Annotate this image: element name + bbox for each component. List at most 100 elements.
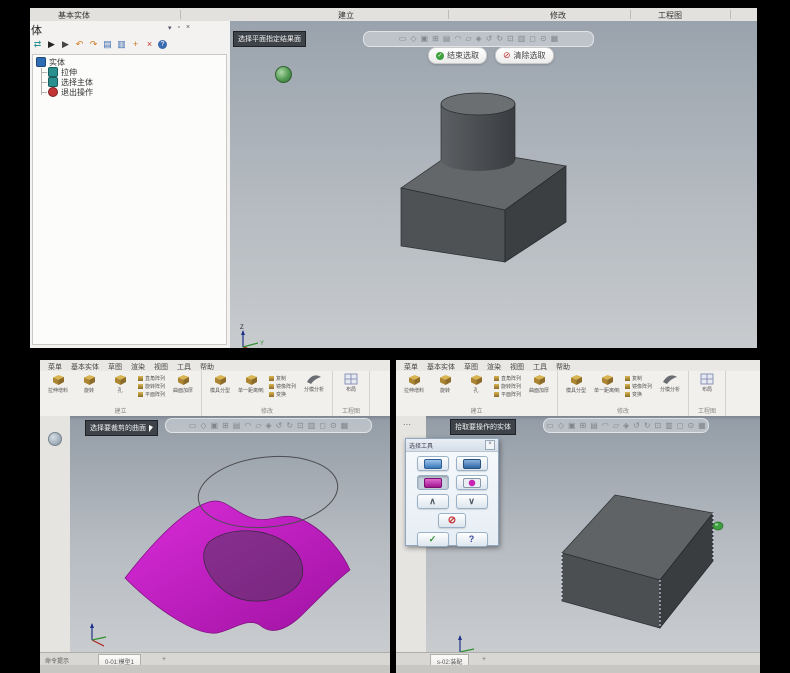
pick-add-face-button[interactable] xyxy=(417,456,449,471)
ribbon-small-button[interactable]: 旋转阵列 xyxy=(138,383,165,390)
toolbar-icon[interactable]: ◠ xyxy=(602,422,609,430)
toolbar-icon[interactable]: ▱ xyxy=(465,35,471,43)
ribbon-small-button[interactable]: 平面阵列 xyxy=(494,391,521,398)
ribbon-button[interactable]: 布局 xyxy=(338,373,364,393)
toolbar-icon[interactable]: ▭ xyxy=(189,422,197,430)
help-button[interactable]: ? xyxy=(456,532,488,547)
extrude-model[interactable] xyxy=(350,91,610,281)
rotation-center-sphere-icon[interactable] xyxy=(275,66,292,83)
toolbar-icon[interactable]: ◠ xyxy=(454,35,461,43)
ribbon-button[interactable]: 分模分析 xyxy=(657,373,683,393)
toolbar-icon[interactable]: ⊙ xyxy=(540,35,547,43)
ribbon-button[interactable]: 孔 xyxy=(107,373,133,394)
undo-icon[interactable]: ↶ xyxy=(74,39,85,49)
pick-add-body-button[interactable] xyxy=(456,456,488,471)
toolbar-icon[interactable]: ↻ xyxy=(286,422,293,430)
toolbar-icon[interactable]: ◇ xyxy=(410,35,416,43)
toolbar-icon[interactable]: ▥ xyxy=(518,35,526,43)
ribbon-tab-4[interactable]: 工程图 xyxy=(658,10,682,21)
toolbar-icon[interactable]: ⊡ xyxy=(507,35,514,43)
toolbar-icon[interactable]: ↻ xyxy=(644,422,651,430)
tree-item-2[interactable]: 选择主体 xyxy=(48,77,224,87)
ribbon-button[interactable]: 单一距离倒角 xyxy=(238,373,264,394)
collapse-icon[interactable]: ▾ xyxy=(168,24,172,32)
toolbar-icon[interactable]: ▤ xyxy=(233,422,241,430)
add-tab-button[interactable]: + xyxy=(162,656,166,663)
toolbar-icon[interactable]: ◻ xyxy=(677,422,684,430)
toolbar-icon[interactable]: ▣ xyxy=(568,422,576,430)
filter-list-icon[interactable]: ▤ xyxy=(102,39,113,49)
viewport-surface-trim[interactable]: 选择要裁剪的曲面 ▭◇▣⊞▤◠▱◈↺↻⊡▥◻⊙▦ xyxy=(70,416,390,652)
select-arrow-icon[interactable]: ▶ xyxy=(46,39,57,49)
toolbar-icon[interactable]: ◻ xyxy=(319,422,326,430)
toolbar-icon[interactable]: ◈ xyxy=(265,422,271,430)
ribbon-button[interactable]: 模具分型 xyxy=(207,373,233,394)
filter-grid-icon[interactable]: ▥ xyxy=(116,39,127,49)
toolbar-icon[interactable]: ▱ xyxy=(255,422,261,430)
ribbon-small-button[interactable]: 镜像阵列 xyxy=(625,383,652,390)
finish-selection-button[interactable]: ✓ 结束选取 xyxy=(428,47,487,64)
toolbar-icon[interactable]: ⊞ xyxy=(432,35,439,43)
apply-button[interactable]: ∨ xyxy=(456,494,488,509)
ribbon-tab-2[interactable]: 建立 xyxy=(338,10,354,21)
pick-remove-body-button[interactable] xyxy=(456,475,488,490)
ribbon-button[interactable]: 单一距离倒角 xyxy=(594,373,620,394)
ribbon-tab-1[interactable]: 基本实体 xyxy=(58,10,90,21)
toolbar-icon[interactable]: ▱ xyxy=(613,422,619,430)
toolbar-icon[interactable]: ⊡ xyxy=(297,422,304,430)
toolbar-icon[interactable]: ▣ xyxy=(211,422,219,430)
tree-item-1[interactable]: 拉伸 xyxy=(48,67,224,77)
toolbar-icon[interactable]: ▦ xyxy=(698,422,706,430)
toolbar-icon[interactable]: ⊞ xyxy=(222,422,229,430)
expand-button[interactable]: ∧ xyxy=(417,494,449,509)
delete-icon[interactable]: × xyxy=(144,39,155,49)
toolbar-icon[interactable]: ⊞ xyxy=(580,422,587,430)
toolbar-icon[interactable]: ▥ xyxy=(665,422,673,430)
toolbar-icon[interactable]: ⊡ xyxy=(655,422,662,430)
close-icon[interactable]: × xyxy=(186,24,190,32)
viewport-main[interactable]: 选择平面指定结果面 ▭◇▣⊞▤◠▱◈↺↻⊡▥◻⊙▦ ✓ 结束选取 ⊘ 清除选取 xyxy=(230,21,757,348)
toolbar-icon[interactable]: ↺ xyxy=(276,422,283,430)
ribbon-button[interactable]: 拉伸增料 xyxy=(401,373,427,394)
toolbar-icon[interactable]: ▥ xyxy=(308,422,316,430)
toolbar-icon[interactable]: ↺ xyxy=(633,422,640,430)
cancel-pick-button[interactable]: ⊘ xyxy=(438,513,466,528)
toolbar-icon[interactable]: ◇ xyxy=(558,422,564,430)
pan-select-icon[interactable]: ⇄ xyxy=(32,39,43,49)
ribbon-button[interactable]: 分模分析 xyxy=(301,373,327,393)
toolbar-icon[interactable]: ▣ xyxy=(421,35,429,43)
ribbon-button[interactable]: 曲面加厚 xyxy=(526,373,552,394)
toolbar-icon[interactable]: ↻ xyxy=(496,35,503,43)
ribbon-tab-3[interactable]: 修改 xyxy=(550,10,566,21)
clear-selection-button[interactable]: ⊘ 清除选取 xyxy=(495,47,554,64)
ok-button[interactable]: ✓ xyxy=(417,532,449,547)
ribbon-small-button[interactable]: 变换 xyxy=(625,391,652,398)
ribbon-button[interactable]: 旋转 xyxy=(76,373,102,394)
dialog-title-bar[interactable]: 选择工具 × xyxy=(406,439,498,452)
ribbon-button[interactable]: 旋转 xyxy=(432,373,458,394)
toolbar-icon[interactable]: ⊙ xyxy=(687,422,694,430)
toolbar-icon[interactable]: ▦ xyxy=(551,35,559,43)
toolbar-icon[interactable]: ◇ xyxy=(200,422,206,430)
ribbon-small-button[interactable]: 直角阵列 xyxy=(494,375,521,382)
ribbon-small-button[interactable]: 平面阵列 xyxy=(138,391,165,398)
pin-icon[interactable]: ▫ xyxy=(178,24,180,32)
ribbon-button[interactable]: 曲面加厚 xyxy=(170,373,196,394)
surface-trim-model[interactable] xyxy=(115,450,355,650)
ribbon-button[interactable]: 布局 xyxy=(694,373,720,393)
add-tab-button[interactable]: + xyxy=(482,656,486,663)
toolbar-icon[interactable]: ▦ xyxy=(341,422,349,430)
toolbar-icon[interactable]: ◠ xyxy=(244,422,251,430)
ribbon-small-button[interactable]: 镜像阵列 xyxy=(269,383,296,390)
pick-remove-face-button[interactable] xyxy=(417,475,449,490)
view-mode-icon[interactable] xyxy=(48,432,62,446)
toolbar-icon[interactable]: ◈ xyxy=(623,422,629,430)
toolbar-icon[interactable]: ▤ xyxy=(590,422,598,430)
ribbon-button[interactable]: 孔 xyxy=(463,373,489,394)
toolbar-icon[interactable]: ▭ xyxy=(546,422,554,430)
ribbon-small-button[interactable]: 复制 xyxy=(269,375,296,382)
add-icon[interactable]: + xyxy=(130,39,141,49)
ribbon-button[interactable]: 拉伸增料 xyxy=(45,373,71,394)
toolbar-icon[interactable]: ◈ xyxy=(475,35,481,43)
ribbon-small-button[interactable]: 复制 xyxy=(625,375,652,382)
